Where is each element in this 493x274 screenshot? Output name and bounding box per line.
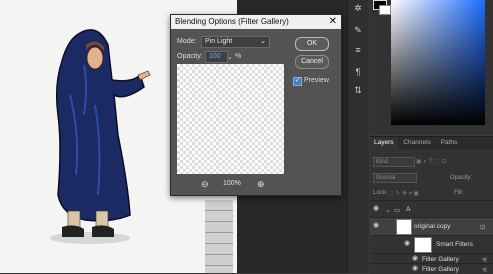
opacity-input[interactable]: 100 bbox=[205, 51, 228, 63]
opacity-unit: % bbox=[235, 53, 242, 60]
adjust-icon[interactable]: ⇅ bbox=[350, 84, 366, 96]
filter-item[interactable]: ◉ Filter Gallery ⚟ bbox=[370, 263, 493, 274]
zoom-in-icon[interactable]: ⊕ bbox=[257, 179, 265, 190]
lock-icons[interactable]: ⬚ ✎ ✥ ⌗ ◼ bbox=[388, 190, 438, 198]
layer-original-copy[interactable]: ◉ original copy ⊡ bbox=[370, 217, 493, 236]
eye-icon[interactable]: ◉ bbox=[412, 255, 420, 263]
ok-button[interactable]: OK bbox=[295, 37, 329, 51]
layer-thumbnail bbox=[396, 219, 412, 235]
blending-options-dialog: Blending Options (Filter Gallery) ✕ Mode… bbox=[170, 14, 342, 196]
preview-checkbox[interactable]: ✓ bbox=[293, 77, 302, 86]
brush-settings-icon[interactable]: ✎ bbox=[350, 24, 366, 36]
ok-label: OK bbox=[306, 40, 318, 47]
smart-filters-row[interactable]: ◉ Smart Filters bbox=[370, 235, 493, 254]
filter-item-label: Filter Gallery bbox=[422, 266, 459, 273]
cancel-label: Cancel bbox=[301, 58, 323, 65]
zoom-value: 100% bbox=[223, 180, 241, 187]
smart-object-icon: ⊡ bbox=[480, 224, 486, 231]
panel-toolstrip: ✲ ✎ ≡ ¶ ⇅ bbox=[347, 0, 369, 273]
layers-panel: Layers Channels Paths Kind ▣ ◐ T ⬚ ⊡ Nor… bbox=[370, 136, 493, 274]
blend-mode-select[interactable]: Normal bbox=[373, 173, 417, 183]
dialog-title-bar[interactable]: Blending Options (Filter Gallery) ✕ bbox=[171, 15, 341, 29]
dialog-title: Blending Options (Filter Gallery) bbox=[175, 17, 289, 26]
mode-label: Mode: bbox=[177, 38, 197, 45]
eye-icon[interactable]: ◉ bbox=[373, 205, 381, 213]
preview-area bbox=[177, 64, 284, 174]
group-name: A bbox=[406, 206, 411, 213]
chevron-down-icon[interactable]: ⌄ bbox=[385, 206, 390, 214]
figure-illustration bbox=[50, 29, 151, 244]
fill-label: Fill: bbox=[454, 190, 464, 196]
opacity-label: Opacity: bbox=[450, 175, 473, 181]
preview-label: Preview bbox=[304, 77, 329, 84]
zoom-out-icon[interactable]: ⊖ bbox=[201, 179, 209, 190]
tab-channels[interactable]: Channels bbox=[399, 137, 434, 149]
blend-mode-value: Normal bbox=[376, 175, 396, 181]
color-picker-panel bbox=[370, 0, 493, 135]
filter-item-label: Filter Gallery bbox=[422, 256, 459, 263]
sliders-icon[interactable]: ≡ bbox=[350, 44, 366, 56]
filter-icons[interactable]: ▣ ◐ T ⬚ ⊡ bbox=[416, 158, 476, 165]
mode-value: Pin Light bbox=[205, 38, 233, 45]
panel-tabs: Layers Channels Paths bbox=[370, 137, 493, 149]
close-icon[interactable]: ✕ bbox=[329, 15, 337, 29]
zoom-controls: ⊖ 100% ⊕ bbox=[177, 179, 284, 189]
opacity-value: 100 bbox=[209, 53, 221, 60]
folder-icon: ▭ bbox=[394, 207, 401, 214]
background-swatch[interactable] bbox=[379, 5, 391, 15]
ruler bbox=[205, 200, 233, 273]
color-field[interactable] bbox=[391, 0, 485, 125]
eye-icon[interactable]: ◉ bbox=[404, 240, 412, 248]
opacity-label: Opacity: bbox=[177, 53, 203, 60]
cancel-button[interactable]: Cancel bbox=[295, 55, 329, 69]
tab-paths[interactable]: Paths bbox=[437, 137, 462, 149]
tab-layers[interactable]: Layers bbox=[370, 137, 398, 149]
chevron-down-icon: ⌄ bbox=[260, 38, 266, 45]
layer-name: original copy bbox=[414, 223, 451, 230]
chevron-down-icon[interactable]: ⌄ bbox=[227, 53, 233, 61]
smart-filters-label: Smart Filters bbox=[436, 241, 473, 248]
filter-mask-thumbnail bbox=[414, 237, 432, 253]
rotate-icon[interactable]: ✲ bbox=[350, 2, 366, 14]
eye-icon[interactable]: ◉ bbox=[412, 265, 420, 273]
kind-filter-value: Kind bbox=[376, 159, 389, 165]
eye-icon[interactable]: ◉ bbox=[373, 222, 381, 230]
mode-select[interactable]: Pin Light ⌄ bbox=[201, 36, 270, 48]
paragraph-icon[interactable]: ¶ bbox=[350, 66, 366, 78]
kind-filter[interactable]: Kind bbox=[373, 157, 415, 167]
